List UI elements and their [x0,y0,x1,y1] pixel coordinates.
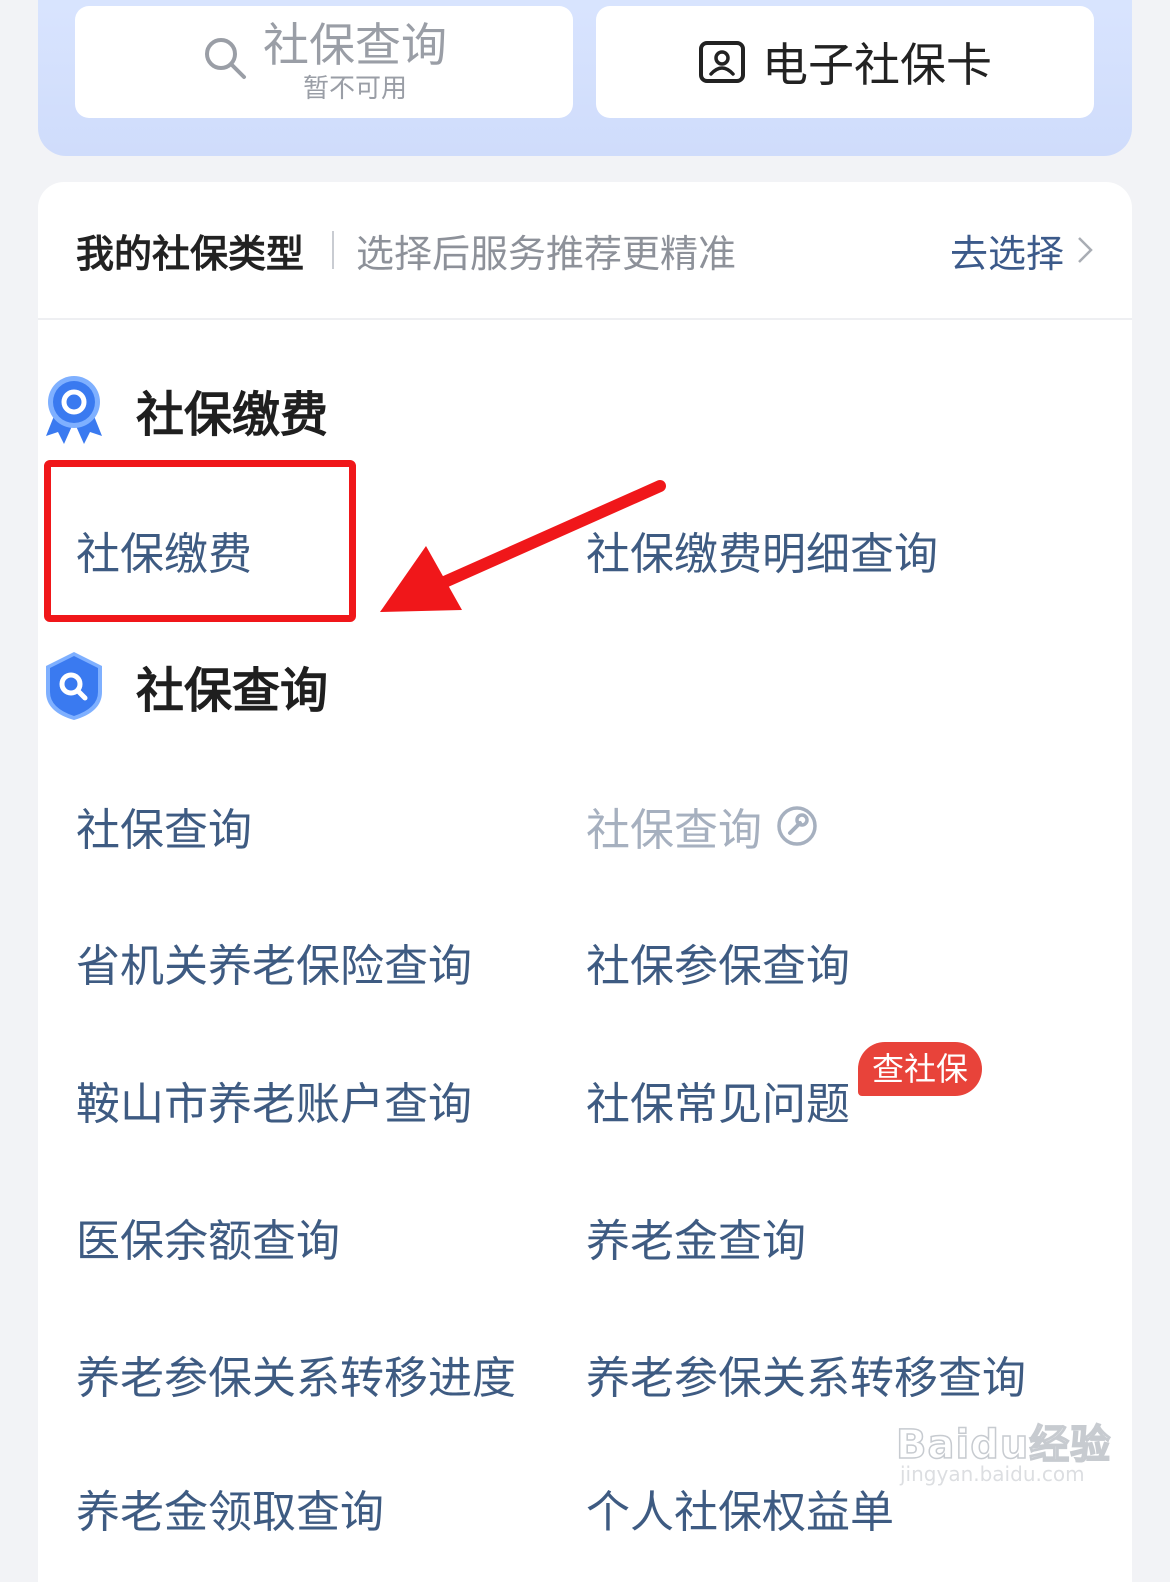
query-button-title: 社保查询 [263,18,447,72]
arrow-annotation [380,480,666,612]
e-social-security-card-button[interactable]: 电子社保卡 [596,6,1094,118]
service-item[interactable]: 养老参保关系转移查询 [586,1342,1026,1406]
select-type-link[interactable]: 去选择 [950,182,1094,318]
medal-icon [46,376,102,444]
id-card-icon [699,41,745,83]
service-item[interactable]: 养老金领取查询 [76,1476,384,1540]
section-payment-title: 社保缴费 [136,387,329,443]
insurance-type-row: 我的社保类型 选择后服务推荐更精准 去选择 [38,182,1132,320]
shield-search-icon [46,652,102,720]
card-button-title: 电子社保卡 [762,38,992,92]
watermark-url: jingyan.baidu.com [900,1462,1085,1486]
maintenance-icon [777,806,817,846]
service-item-disabled: 社保查询 [586,794,818,858]
service-item[interactable]: 社保常见问题 [586,1068,850,1132]
baidu-watermark: Baidu经验 jingyan.baidu.com [895,1412,1126,1492]
service-item[interactable]: 医保余额查询 [76,1205,340,1269]
social-security-query-button[interactable]: 社保查询 暂不可用 [75,6,573,118]
insurance-type-title: 我的社保类型 [76,231,305,276]
select-type-label: 去选择 [949,231,1064,276]
service-item[interactable]: 省机关养老保险查询 [76,930,472,994]
service-item[interactable]: 养老参保关系转移进度 [76,1342,516,1406]
highlight-box [44,460,356,622]
service-item[interactable]: 社保参保查询 [586,930,850,994]
service-item[interactable]: 社保查询 [76,794,252,858]
query-button-subtitle: 暂不可用 [302,74,407,104]
service-item[interactable]: 养老金查询 [586,1205,806,1269]
divider [332,231,335,269]
service-item[interactable]: 个人社保权益单 [586,1476,894,1540]
chevron-right-icon [1078,237,1093,263]
section-payment-header: 社保缴费 [40,372,328,448]
section-query-header: 社保查询 [40,648,328,724]
section-query-title: 社保查询 [136,663,329,719]
insurance-type-hint: 选择后服务推荐更精准 [356,231,737,276]
hot-badge: 查社保 [858,1042,983,1096]
search-icon [205,38,246,79]
service-item[interactable]: 鞍山市养老账户查询 [76,1068,472,1132]
